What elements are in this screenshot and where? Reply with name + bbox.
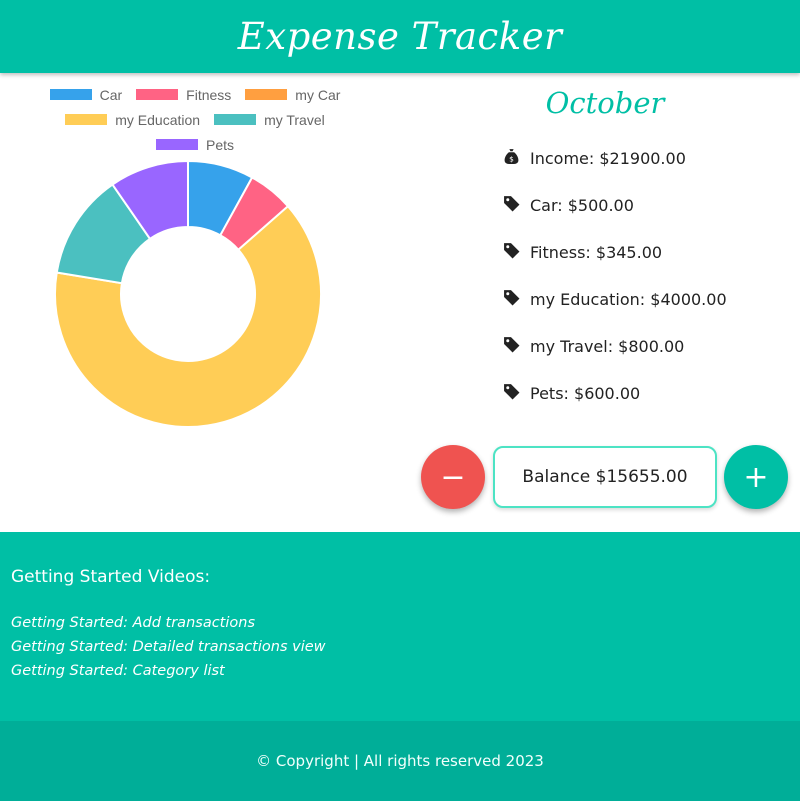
category-label-fitness: Fitness: $345.00 [530, 243, 663, 262]
legend-swatch-my-education [65, 114, 108, 125]
footer-videos-section: Getting Started Videos: Getting Started:… [0, 532, 800, 721]
category-label-car: Car: $500.00 [530, 196, 634, 215]
category-item-my-travel: my Travel: $800.00 [503, 336, 684, 357]
legend-label-fitness: Fitness [186, 86, 232, 103]
income-item: $ Income: $21900.00 [503, 148, 686, 169]
svg-text:$: $ [509, 154, 514, 163]
expense-donut-chart [54, 159, 322, 428]
tag-icon [503, 383, 520, 404]
video-link-detailed-view[interactable]: Getting Started: Detailed transactions v… [11, 639, 326, 655]
category-item-my-education: my Education: $4000.00 [503, 289, 727, 310]
tag-icon [503, 289, 520, 310]
legend-label-my-education: my Education [115, 111, 201, 128]
footer-copyright-bar: © Copyright | All rights reserved 2023 [0, 721, 800, 801]
tag-icon [503, 195, 520, 216]
legend-swatch-my-car [245, 89, 288, 100]
add-expense-button[interactable]: − [421, 445, 485, 509]
month-title: October [545, 86, 665, 120]
add-income-button[interactable]: + [724, 445, 788, 509]
legend-item-pets[interactable]: Pets [155, 136, 234, 153]
category-label-my-travel: my Travel: $800.00 [530, 337, 685, 356]
legend-item-my-education[interactable]: my Education [65, 112, 200, 128]
legend-item-car[interactable]: Car [49, 86, 123, 103]
legend-swatch-my-travel [214, 114, 257, 125]
legend-item-fitness[interactable]: Fitness [136, 87, 231, 103]
category-item-fitness: Fitness: $345.00 [503, 242, 662, 263]
balance-label: Balance $15655.00 [522, 467, 688, 487]
legend-item-my-travel[interactable]: my Travel [214, 112, 325, 128]
legend-row-3: Pets [30, 132, 360, 157]
legend-item-my-car[interactable]: my Car [245, 87, 340, 103]
copyright-text: © Copyright | All rights reserved 2023 [256, 752, 544, 770]
legend-label-my-car: my Car [295, 86, 341, 103]
plus-icon: + [743, 459, 769, 495]
legend-label-car: Car [99, 86, 123, 103]
tag-icon [503, 242, 520, 263]
balance-display: Balance $15655.00 [493, 446, 717, 508]
category-label-pets: Pets: $600.00 [530, 384, 641, 403]
legend-swatch-car [49, 89, 92, 100]
tag-icon [503, 336, 520, 357]
minus-icon: − [440, 459, 466, 495]
footer-heading: Getting Started Videos: [11, 567, 211, 587]
legend-label-pets: Pets [205, 136, 234, 153]
income-label: Income: $21900.00 [530, 149, 686, 168]
category-item-pets: Pets: $600.00 [503, 383, 640, 404]
legend-row-2: my Education my Travel [30, 107, 360, 132]
legend-label-my-travel: my Travel [264, 111, 325, 128]
legend-swatch-fitness [136, 89, 179, 100]
video-link-category-list[interactable]: Getting Started: Category list [11, 663, 225, 679]
legend-swatch-pets [155, 139, 198, 150]
legend-row-1: Car Fitness my Car [30, 82, 360, 107]
app-header: Expense Tracker [0, 0, 800, 73]
category-item-car: Car: $500.00 [503, 195, 634, 216]
video-link-add-transactions[interactable]: Getting Started: Add transactions [11, 615, 255, 631]
app-title: Expense Tracker [237, 15, 563, 58]
money-bag-icon: $ [503, 148, 520, 169]
category-label-my-education: my Education: $4000.00 [530, 290, 727, 309]
chart-legend: Car Fitness my Car my Education my Trave… [30, 82, 360, 157]
